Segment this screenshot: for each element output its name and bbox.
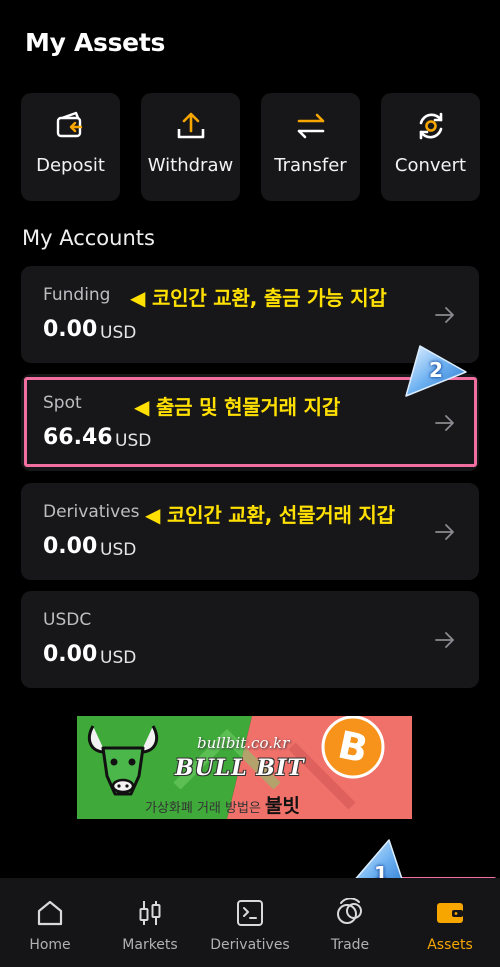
account-name: USDC bbox=[43, 610, 92, 630]
arrow-right-icon bbox=[435, 307, 454, 323]
home-icon bbox=[37, 900, 63, 926]
annotation-note-funding: ◀ 코인간 교환, 출금 가능 지갑 bbox=[130, 286, 387, 310]
bitcoin-logo-icon: B bbox=[321, 716, 385, 779]
tab-markets[interactable]: Markets bbox=[100, 878, 200, 967]
quick-actions: Deposit Withdraw Transfer Convert bbox=[21, 93, 481, 201]
withdraw-icon bbox=[177, 112, 204, 139]
tab-label: Trade bbox=[330, 937, 370, 953]
arrow-right-icon bbox=[435, 632, 454, 648]
banner-tagline-text: 가상화폐 거래 방법은 bbox=[145, 801, 261, 816]
arrow-right-icon bbox=[435, 524, 454, 540]
banner-brand-name: BULL BIT bbox=[175, 755, 305, 781]
tab-label: Derivatives bbox=[210, 937, 290, 953]
page-title: My Assets bbox=[25, 28, 166, 57]
annotation-note-derivatives: ◀ 코인간 교환, 선물거래 지갑 bbox=[145, 503, 395, 527]
accounts-section-title: My Accounts bbox=[22, 226, 155, 250]
banner-url: bullbit.co.kr bbox=[197, 734, 290, 752]
tab-assets[interactable]: Assets bbox=[400, 878, 500, 967]
convert-label: Convert bbox=[394, 155, 467, 176]
tab-derivatives[interactable]: Derivatives bbox=[200, 878, 300, 967]
account-unit: USD bbox=[100, 323, 137, 343]
convert-icon bbox=[419, 112, 442, 140]
tab-trade[interactable]: Trade bbox=[300, 878, 400, 967]
deposit-button[interactable]: Deposit bbox=[21, 93, 120, 201]
account-unit: USD bbox=[100, 540, 137, 560]
account-balance: 0.00 bbox=[43, 317, 98, 342]
trade-icon bbox=[337, 898, 362, 924]
tab-label: Markets bbox=[122, 937, 178, 953]
banner-tagline: 가상화폐 거래 방법은 불빗 bbox=[145, 791, 300, 818]
transfer-label: Transfer bbox=[274, 155, 347, 176]
promo-banner[interactable]: B bullbit.co.kr BULL BIT 가상화폐 거래 방법은 불빗 bbox=[77, 716, 412, 819]
bottom-tab-bar: Home Markets Derivatives Trade Assets bbox=[0, 878, 500, 967]
account-balance: 0.00 bbox=[43, 642, 98, 667]
terminal-icon bbox=[237, 900, 263, 926]
convert-button[interactable]: Convert bbox=[381, 93, 480, 201]
annotation-badge-2: 2 bbox=[404, 340, 468, 398]
account-unit: USD bbox=[100, 648, 137, 668]
account-name: Derivatives bbox=[43, 502, 140, 522]
account-name: Funding bbox=[43, 285, 111, 305]
withdraw-button[interactable]: Withdraw bbox=[141, 93, 240, 201]
deposit-icon bbox=[56, 111, 82, 138]
account-card-derivatives[interactable]: Derivatives 0.00 USD bbox=[21, 483, 479, 580]
tab-label: Home bbox=[29, 937, 71, 953]
tab-home[interactable]: Home bbox=[0, 878, 100, 967]
badge-number: 2 bbox=[429, 358, 443, 382]
withdraw-label: Withdraw bbox=[147, 155, 234, 176]
wallet-icon bbox=[437, 903, 463, 923]
transfer-button[interactable]: Transfer bbox=[261, 93, 360, 201]
account-balance: 0.00 bbox=[43, 534, 98, 559]
transfer-icon bbox=[297, 113, 324, 139]
tab-label: Assets bbox=[427, 937, 473, 953]
deposit-label: Deposit bbox=[36, 155, 105, 176]
banner-tagline-brand: 불빗 bbox=[265, 795, 301, 817]
candlestick-icon bbox=[139, 901, 161, 925]
account-card-usdc[interactable]: USDC 0.00 USD bbox=[21, 591, 479, 688]
